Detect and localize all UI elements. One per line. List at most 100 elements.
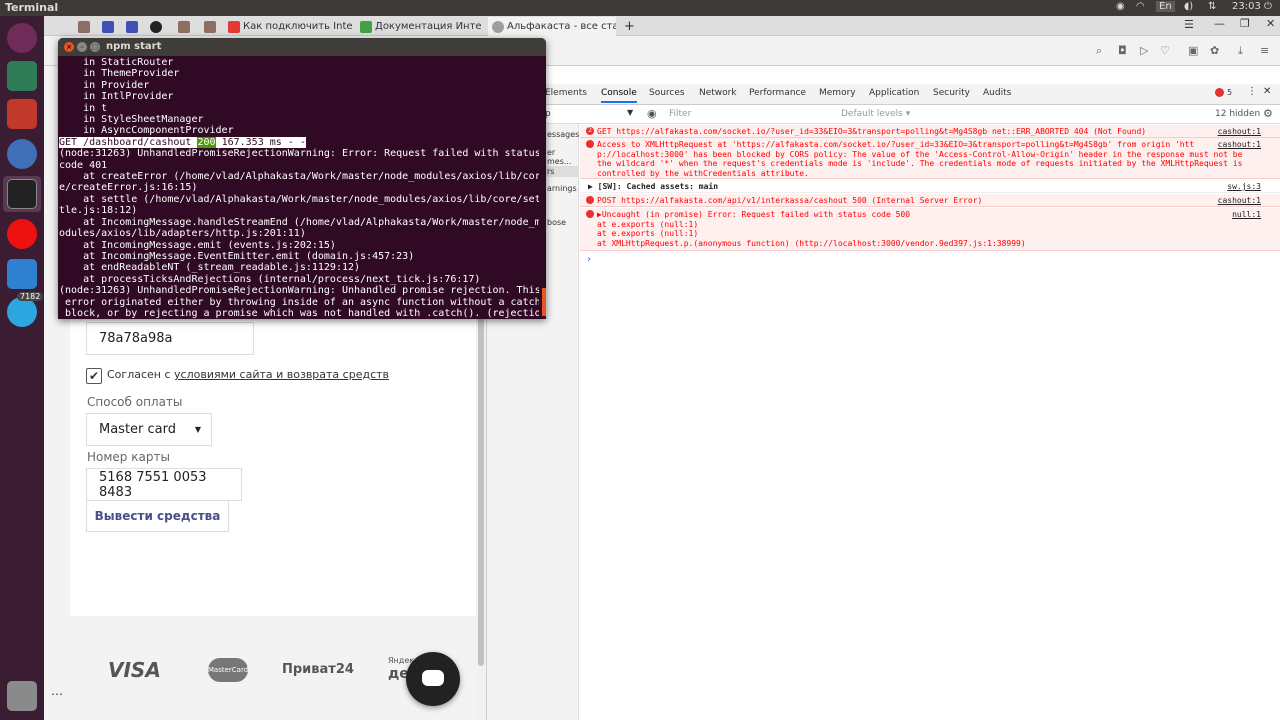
stack-line[interactable]: at e.exports (null:1) xyxy=(597,220,1280,230)
agree-checkbox[interactable]: ✔ xyxy=(86,368,102,384)
tab-network[interactable]: Network xyxy=(699,88,737,98)
chat-button[interactable] xyxy=(406,652,460,706)
maximize-icon[interactable]: □ xyxy=(90,42,100,52)
terminal-scrollbar[interactable] xyxy=(542,288,546,316)
browser-tab-active[interactable]: Альфакаста - все ста xyxy=(488,17,616,36)
keyboard-layout[interactable]: En xyxy=(1156,1,1175,12)
launcher-item-files[interactable] xyxy=(3,96,41,132)
request-path: GET /dashboard/cashout xyxy=(59,136,198,148)
tab-elements[interactable]: Elements xyxy=(545,88,587,98)
browser-tab[interactable] xyxy=(122,17,142,36)
terminal-window[interactable]: × – □ npm start in StaticRouter in Theme… xyxy=(58,38,546,319)
menu-icon[interactable]: ≡ xyxy=(1260,44,1269,57)
heart-icon[interactable]: ♡ xyxy=(1160,44,1170,57)
eye-icon[interactable]: ◉ xyxy=(647,107,657,120)
tab-favicon xyxy=(360,20,372,33)
card-number-input[interactable]: 5168 7551 0053 8483 xyxy=(86,468,242,501)
payment-method-label: Способ оплаты xyxy=(87,395,183,409)
devtools-more-icon[interactable]: ⋮ xyxy=(1247,86,1257,97)
launcher-item-atom[interactable] xyxy=(3,58,41,94)
console-message[interactable]: ▶ [SW]: Cached assets: main sw.js:3 xyxy=(580,180,1280,193)
active-app-title: Terminal xyxy=(5,1,59,14)
wallet-input[interactable]: 78a78a98a xyxy=(86,322,254,355)
card-number-label: Номер карты xyxy=(87,450,170,464)
minimize-icon[interactable]: — xyxy=(1214,17,1225,30)
clock[interactable]: 23:03 xyxy=(1232,1,1261,12)
volume-icon[interactable]: ◖) xyxy=(1184,1,1193,12)
ubuntu-dash-button[interactable] xyxy=(3,20,41,56)
stack-line[interactable]: at e.exports (null:1) xyxy=(597,229,1280,239)
launcher-item-trash[interactable] xyxy=(3,678,41,714)
tab-performance[interactable]: Performance xyxy=(749,88,806,98)
chromium-icon xyxy=(7,139,37,169)
browser-tab[interactable] xyxy=(174,17,194,36)
message-source-link[interactable]: cashout:1 xyxy=(1218,140,1261,150)
console-message[interactable]: 2 GET https://alfakasta.com/socket.io/?u… xyxy=(580,125,1280,138)
browser-tab[interactable] xyxy=(74,17,94,36)
tab-console[interactable]: Console xyxy=(601,88,637,103)
error-icon xyxy=(586,140,594,148)
power-icon[interactable]: ⏻ xyxy=(1264,1,1272,12)
launcher-item-chromium[interactable] xyxy=(3,136,41,172)
browser-tab[interactable] xyxy=(200,17,220,36)
tab-search-icon[interactable]: ☰ xyxy=(1184,18,1194,31)
camera-icon[interactable]: ◘ xyxy=(1118,44,1127,57)
close-icon[interactable]: × xyxy=(64,42,74,52)
browser-tab[interactable]: Документация Инте xyxy=(356,17,484,36)
send-icon[interactable]: ▷ xyxy=(1140,44,1148,57)
tab-favicon xyxy=(78,20,90,33)
minimize-icon[interactable]: – xyxy=(77,42,87,52)
log-levels-select[interactable]: Default levels ▾ xyxy=(841,109,910,119)
launcher-item-transmission[interactable] xyxy=(3,256,41,292)
trash-icon xyxy=(7,681,37,711)
tab-security[interactable]: Security xyxy=(933,88,970,98)
launcher-item-terminal[interactable] xyxy=(3,176,41,212)
extension-icon[interactable]: ▣ xyxy=(1188,44,1198,57)
terminal-line: (node:31263) UnhandledPromiseRejectionWa… xyxy=(59,148,539,160)
withdraw-button[interactable]: Вывести средства xyxy=(86,500,229,532)
zoom-icon[interactable]: ⌕ xyxy=(1096,44,1102,58)
message-source-link[interactable]: cashout:1 xyxy=(1218,127,1261,137)
close-window-icon[interactable]: ✕ xyxy=(1266,17,1275,30)
wifi-icon[interactable]: ◠ xyxy=(1136,1,1145,12)
network-icon[interactable]: ⇅ xyxy=(1208,1,1216,12)
error-count[interactable]: 5 xyxy=(1227,88,1232,97)
terms-link[interactable]: условиями сайта и возврата средств xyxy=(174,368,389,381)
terminal-line: in IntlProvider xyxy=(59,91,174,103)
terminal-output[interactable]: in StaticRouter in ThemeProvider in Prov… xyxy=(59,57,539,319)
message-source-link[interactable]: cashout:1 xyxy=(1218,196,1261,206)
tab-application[interactable]: Application xyxy=(869,88,919,98)
new-tab-button[interactable]: + xyxy=(620,17,636,36)
launcher-item-opera[interactable] xyxy=(3,216,41,252)
payment-method-select[interactable]: Master card ▼ xyxy=(86,413,212,446)
filter-input[interactable]: Filter xyxy=(669,109,691,119)
files-icon xyxy=(7,99,37,129)
stack-line[interactable]: at XMLHttpRequest.p.(anonymous function)… xyxy=(597,239,1280,249)
terminal-line: block, or by rejecting a promise which w… xyxy=(59,307,539,319)
console-message[interactable]: Access to XMLHttpRequest at 'https://alf… xyxy=(580,138,1280,179)
maximize-icon[interactable]: ❐ xyxy=(1240,17,1250,30)
browser-tab[interactable] xyxy=(146,17,166,36)
terminal-line: (node:31263) UnhandledPromiseRejectionWa… xyxy=(59,285,539,297)
console-message[interactable]: ▶Uncaught (in promise) Error: Request fa… xyxy=(580,208,1280,251)
tab-sources[interactable]: Sources xyxy=(649,88,685,98)
browser-tab[interactable]: Как подключить Inte xyxy=(224,17,352,36)
tab-memory[interactable]: Memory xyxy=(819,88,856,98)
context-caret-icon[interactable]: ▼ xyxy=(627,108,633,117)
message-source-link[interactable]: null:1 xyxy=(1232,210,1261,220)
terminal-titlebar[interactable]: × – □ npm start xyxy=(58,38,546,56)
telegram-tray-icon[interactable]: ◉ xyxy=(1116,1,1125,12)
launcher-item-telegram[interactable]: 7182 xyxy=(3,292,44,330)
devtools-tabs: Elements Console Sources Network Perform… xyxy=(487,84,1280,105)
console-prompt[interactable]: › xyxy=(586,254,592,265)
console-settings-icon[interactable]: ⚙ xyxy=(1263,107,1273,120)
console-message[interactable]: POST https://alfakasta.com/api/v1/interk… xyxy=(580,194,1280,207)
devtools-close-icon[interactable]: ✕ xyxy=(1263,86,1271,97)
browser-tab[interactable] xyxy=(98,17,118,36)
message-source-link[interactable]: sw.js:3 xyxy=(1227,182,1261,192)
colorful-extension-icon[interactable]: ✿ xyxy=(1210,44,1219,57)
telegram-icon xyxy=(7,297,37,327)
more-icon[interactable]: … xyxy=(51,684,63,698)
download-icon[interactable]: ⤓ xyxy=(1238,44,1243,58)
tab-audits[interactable]: Audits xyxy=(983,88,1011,98)
